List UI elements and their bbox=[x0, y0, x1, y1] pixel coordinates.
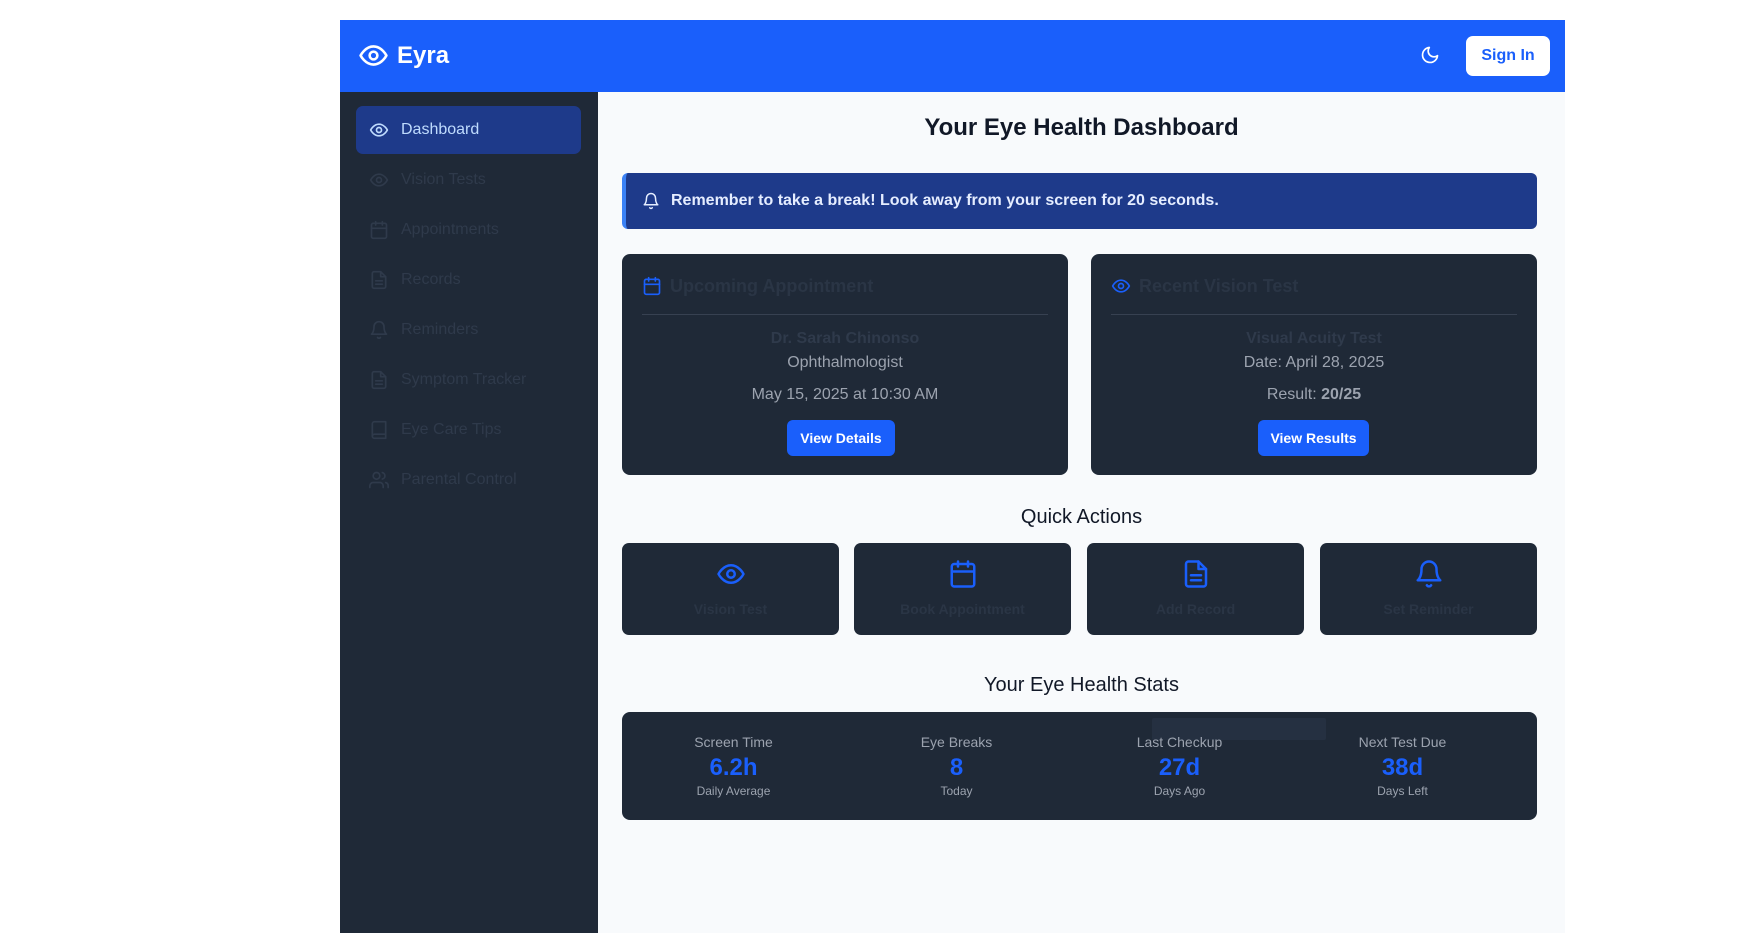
sidebar-item-reminders[interactable]: Reminders bbox=[356, 306, 581, 354]
quick-action-set-reminder[interactable]: Set Reminder bbox=[1320, 543, 1537, 635]
app-name: Eyra bbox=[397, 41, 450, 69]
file-icon bbox=[369, 270, 389, 290]
quick-action-label: Book Appointment bbox=[900, 601, 1025, 617]
quick-action-vision-test[interactable]: Vision Test bbox=[622, 543, 839, 635]
view-details-button[interactable]: View Details bbox=[787, 420, 895, 456]
quick-actions-title: Quick Actions bbox=[1020, 506, 1143, 528]
card-title: Upcoming Appointment bbox=[670, 276, 874, 296]
top-bar: Eyra Sign In bbox=[340, 20, 1565, 92]
sidebar-item-label: Symptom Tracker bbox=[401, 371, 527, 388]
stat-sublabel: Daily Average bbox=[696, 784, 771, 798]
bell-icon bbox=[642, 192, 660, 210]
eye-icon bbox=[369, 120, 389, 140]
doctor-name: Dr. Sarah Chinonso bbox=[770, 330, 920, 347]
stat-sublabel: Days Ago bbox=[1153, 784, 1206, 798]
test-date: Date: April 28, 2025 bbox=[1243, 354, 1385, 371]
stat-label: Last Checkup bbox=[1136, 734, 1223, 750]
stats-title: Your Eye Health Stats bbox=[984, 674, 1179, 696]
bell-icon bbox=[369, 320, 389, 340]
stat-value: 38d bbox=[1381, 754, 1424, 781]
view-results-button[interactable]: View Results bbox=[1258, 420, 1369, 456]
test-name: Visual Acuity Test bbox=[1246, 330, 1382, 347]
stat-value: 8 bbox=[949, 754, 964, 781]
theme-toggle-button[interactable] bbox=[1420, 45, 1444, 69]
upcoming-appointment-card: Upcoming Appointment Dr. Sarah Chinonso … bbox=[622, 254, 1068, 475]
sidebar-item-dashboard[interactable]: Dashboard bbox=[356, 106, 581, 154]
sidebar-item-label: Reminders bbox=[401, 321, 479, 338]
card-title: Recent Vision Test bbox=[1139, 276, 1299, 296]
stat-label: Next Test Due bbox=[1358, 734, 1447, 750]
eye-icon bbox=[358, 40, 389, 71]
stat-screen-time: Screen Time 6.2h Daily Average bbox=[622, 734, 845, 798]
stat-label: Screen Time bbox=[694, 734, 773, 750]
sidebar-item-vision-tests[interactable]: Vision Tests bbox=[356, 156, 581, 204]
sign-in-button[interactable]: Sign In bbox=[1466, 36, 1550, 76]
card-header: Recent Vision Test bbox=[1111, 276, 1517, 315]
sidebar-item-symptom-tracker[interactable]: Symptom Tracker bbox=[356, 356, 581, 404]
sidebar-item-eye-care-tips[interactable]: Eye Care Tips bbox=[356, 406, 581, 454]
card-header: Upcoming Appointment bbox=[642, 276, 1048, 315]
banner-text: Remember to take a break! Look away from… bbox=[671, 192, 1219, 209]
quick-action-label: Add Record bbox=[1155, 601, 1236, 617]
stat-value: 6.2h bbox=[709, 754, 758, 781]
quick-action-book-appointment[interactable]: Book Appointment bbox=[854, 543, 1071, 635]
stat-eye-breaks: Eye Breaks 8 Today bbox=[845, 734, 1068, 798]
quick-action-label: Vision Test bbox=[693, 601, 768, 617]
doctor-specialty: Ophthalmologist bbox=[787, 354, 903, 371]
stat-last-checkup: Last Checkup 27d Days Ago bbox=[1068, 734, 1291, 798]
sidebar-item-parental-control[interactable]: Parental Control bbox=[356, 456, 581, 504]
break-reminder-banner: Remember to take a break! Look away from… bbox=[622, 173, 1537, 229]
stat-sublabel: Days Left bbox=[1377, 784, 1428, 798]
stat-label: Eye Breaks bbox=[920, 734, 993, 750]
users-icon bbox=[369, 470, 389, 490]
quick-action-add-record[interactable]: Add Record bbox=[1087, 543, 1304, 635]
sidebar-item-records[interactable]: Records bbox=[356, 256, 581, 304]
sidebar-item-label: Eye Care Tips bbox=[401, 421, 502, 438]
sidebar-item-appointments[interactable]: Appointments bbox=[356, 206, 581, 254]
test-result: Result: 20/25 bbox=[1091, 386, 1537, 404]
sidebar: Dashboard Vision Tests Appointments Reco… bbox=[340, 92, 598, 933]
book-icon bbox=[369, 420, 389, 440]
eye-icon bbox=[716, 559, 746, 589]
main-content: Your Eye Health Dashboard Remember to ta… bbox=[598, 92, 1565, 933]
brand[interactable]: Eyra bbox=[358, 40, 449, 71]
calendar-icon bbox=[642, 276, 662, 296]
app-window: Eyra Sign In Dashboard Vision Tests Appo… bbox=[340, 20, 1565, 933]
sidebar-item-label: Parental Control bbox=[401, 471, 517, 488]
quick-action-label: Set Reminder bbox=[1383, 601, 1474, 617]
recent-vision-test-card: Recent Vision Test Visual Acuity Test Da… bbox=[1091, 254, 1537, 475]
stat-value: 27d bbox=[1158, 754, 1201, 781]
bell-icon bbox=[1414, 559, 1444, 589]
appointment-datetime: May 15, 2025 at 10:30 AM bbox=[751, 386, 939, 403]
result-label: Result: bbox=[1266, 386, 1322, 403]
eye-icon bbox=[369, 170, 389, 190]
sidebar-item-label: Dashboard bbox=[401, 121, 480, 138]
sidebar-item-label: Vision Tests bbox=[401, 171, 486, 188]
file-icon bbox=[369, 370, 389, 390]
file-icon bbox=[1181, 559, 1211, 589]
eye-icon bbox=[1111, 276, 1131, 296]
sidebar-item-label: Records bbox=[401, 271, 461, 288]
eye-health-stats-panel: Screen Time 6.2h Daily Average Eye Break… bbox=[622, 712, 1537, 820]
stat-sublabel: Today bbox=[940, 784, 973, 798]
calendar-icon bbox=[369, 220, 389, 240]
page-title: Your Eye Health Dashboard bbox=[924, 114, 1239, 141]
moon-icon bbox=[1420, 45, 1440, 65]
sidebar-item-label: Appointments bbox=[401, 221, 499, 238]
result-value: 20/25 bbox=[1321, 386, 1362, 403]
calendar-icon bbox=[948, 559, 978, 589]
stat-next-test-due: Next Test Due 38d Days Left bbox=[1291, 734, 1514, 798]
